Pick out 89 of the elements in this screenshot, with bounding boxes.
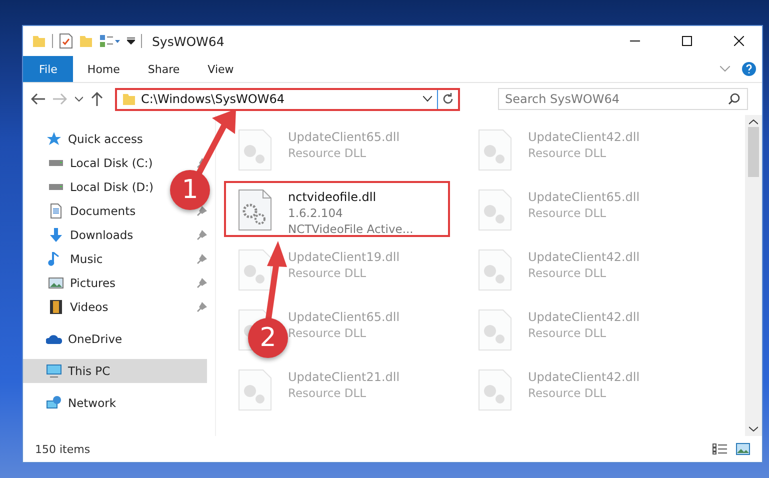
file-detail: NCTVideoFile Active... xyxy=(288,221,414,237)
file-name: UpdateClient65.dll xyxy=(528,189,640,205)
details-view-icon[interactable] xyxy=(712,443,728,455)
file-item[interactable]: nctvideofile.dll 1.6.2.104 NCTVideoFile Active... xyxy=(224,181,450,237)
nav-item[interactable]: Documents xyxy=(23,199,140,223)
monitor-icon xyxy=(46,363,62,379)
file-detail: Resource DLL xyxy=(288,385,368,401)
help-icon[interactable] xyxy=(742,62,756,76)
nav-item[interactable]: Local Disk (D:) xyxy=(23,175,158,199)
large-icons-view-icon[interactable] xyxy=(736,443,750,455)
scrollbar[interactable] xyxy=(745,115,762,436)
file-name: UpdateClient42.dll xyxy=(528,249,640,265)
file-name: UpdateClient65.dll xyxy=(288,129,400,145)
network-icon xyxy=(46,395,62,411)
nav-item[interactable]: OneDrive xyxy=(23,327,126,351)
file-detail: Resource DLL xyxy=(528,385,608,401)
item-count: 150 items xyxy=(35,442,90,456)
pin-icon xyxy=(197,230,207,240)
film-icon xyxy=(48,299,64,315)
pin-icon xyxy=(197,206,207,216)
pin-icon xyxy=(197,302,207,312)
scroll-up-icon[interactable] xyxy=(749,119,758,125)
window-title: SysWOW64 xyxy=(152,34,224,48)
search-field[interactable]: Search SysWOW64 xyxy=(498,88,748,110)
minimize-icon xyxy=(630,40,640,42)
chevron-down-icon[interactable] xyxy=(720,66,730,72)
folder-icon xyxy=(32,34,46,48)
maximize-icon xyxy=(682,36,692,46)
search-icon[interactable] xyxy=(728,93,740,105)
properties-icon xyxy=(99,34,121,48)
back-button[interactable] xyxy=(29,91,47,107)
file-detail: 1.6.2.104 xyxy=(288,205,344,221)
file-name: UpdateClient42.dll xyxy=(528,129,640,145)
gear-file-icon xyxy=(238,249,272,291)
ribbon-tab[interactable]: Home xyxy=(73,56,134,82)
gear-file-icon xyxy=(478,189,512,231)
nav-item[interactable]: Pictures xyxy=(23,271,120,295)
picture-icon xyxy=(48,275,64,291)
gear-file-icon xyxy=(238,189,272,231)
file-name: UpdateClient42.dll xyxy=(528,309,640,325)
scroll-thumb[interactable] xyxy=(748,127,759,177)
drive-icon xyxy=(48,160,64,166)
file-name: UpdateClient42.dll xyxy=(528,369,640,385)
checklist-icon xyxy=(59,33,73,49)
nav-item[interactable]: Videos xyxy=(23,295,112,319)
nav-item[interactable]: Downloads xyxy=(23,223,138,247)
caret-icon[interactable] xyxy=(423,96,432,102)
star-icon xyxy=(46,131,62,147)
close-icon xyxy=(734,36,744,46)
gear-file-icon xyxy=(478,129,512,171)
annotation-arrow xyxy=(195,109,236,176)
recent-locations-button[interactable] xyxy=(73,94,85,104)
nav-item[interactable]: Network xyxy=(23,391,120,415)
dropdown-icon[interactable] xyxy=(127,37,135,45)
file-detail: Resource DLL xyxy=(528,265,608,281)
gear-file-icon xyxy=(238,129,272,171)
nav-item[interactable]: Local Disk (C:) xyxy=(23,151,157,175)
scroll-down-icon[interactable] xyxy=(749,426,758,432)
ribbon-tab[interactable]: Share xyxy=(134,56,194,82)
file-detail: Resource DLL xyxy=(288,145,368,161)
gear-file-icon xyxy=(478,309,512,351)
file-name: UpdateClient21.dll xyxy=(288,369,400,385)
file-detail: Resource DLL xyxy=(288,265,368,281)
gear-file-icon xyxy=(478,369,512,411)
up-button[interactable] xyxy=(89,90,105,108)
pin-icon xyxy=(197,254,207,264)
file-name: UpdateClient19.dll xyxy=(288,249,400,265)
folder-icon xyxy=(122,92,136,106)
pin-icon xyxy=(197,278,207,288)
address-path: C:\Windows\SysWOW64 xyxy=(141,92,286,106)
file-name: nctvideofile.dll xyxy=(288,189,378,205)
refresh-icon xyxy=(442,93,454,105)
nav-item[interactable]: This PC xyxy=(23,359,207,383)
gear-file-icon xyxy=(238,369,272,411)
ribbon-tab[interactable]: View xyxy=(194,56,248,82)
nav-item[interactable]: Quick access xyxy=(23,127,147,151)
file-detail: Resource DLL xyxy=(528,145,608,161)
download-arrow-icon xyxy=(48,227,64,243)
document-icon xyxy=(48,203,64,219)
drive-icon xyxy=(48,184,64,190)
file-name: UpdateClient65.dll xyxy=(288,309,400,325)
folder-icon xyxy=(79,34,93,48)
file-detail: Resource DLL xyxy=(288,325,368,341)
file-menu-button[interactable]: File xyxy=(23,56,74,82)
file-detail: Resource DLL xyxy=(528,205,608,221)
nav-item[interactable]: Music xyxy=(23,247,107,271)
address-bar[interactable]: C:\Windows\SysWOW64 xyxy=(115,88,460,110)
file-detail: Resource DLL xyxy=(528,325,608,341)
gear-file-icon xyxy=(478,249,512,291)
